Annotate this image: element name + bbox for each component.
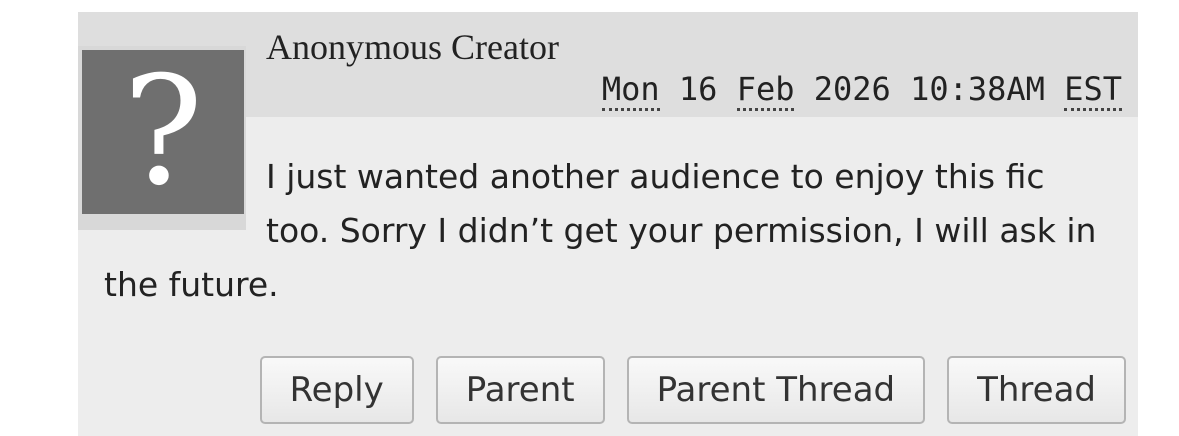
- weekday-abbr: Mon: [601, 70, 660, 111]
- author-name: Anonymous Creator: [266, 27, 559, 67]
- parent-thread-button[interactable]: Parent Thread: [626, 356, 926, 424]
- comment-body: I just wanted another audience to enjoy …: [104, 150, 1114, 312]
- time: 10:38AM: [910, 70, 1045, 108]
- comment-card: ? Anonymous Creator Mon 16 Feb 2026 10:3…: [78, 12, 1138, 436]
- comment-actions: Reply Parent Parent Thread Thread: [259, 356, 1126, 424]
- avatar-float-spacer: [104, 150, 266, 250]
- day-number: 16: [678, 70, 718, 108]
- timezone-abbr: EST: [1064, 70, 1122, 111]
- comment-timestamp: Mon 16 Feb 2026 10:38AM EST: [601, 70, 1122, 111]
- year: 2026: [813, 70, 891, 108]
- month-abbr: Feb: [736, 70, 795, 111]
- thread-button[interactable]: Thread: [947, 356, 1126, 424]
- reply-button[interactable]: Reply: [259, 356, 414, 424]
- parent-button[interactable]: Parent: [435, 356, 605, 424]
